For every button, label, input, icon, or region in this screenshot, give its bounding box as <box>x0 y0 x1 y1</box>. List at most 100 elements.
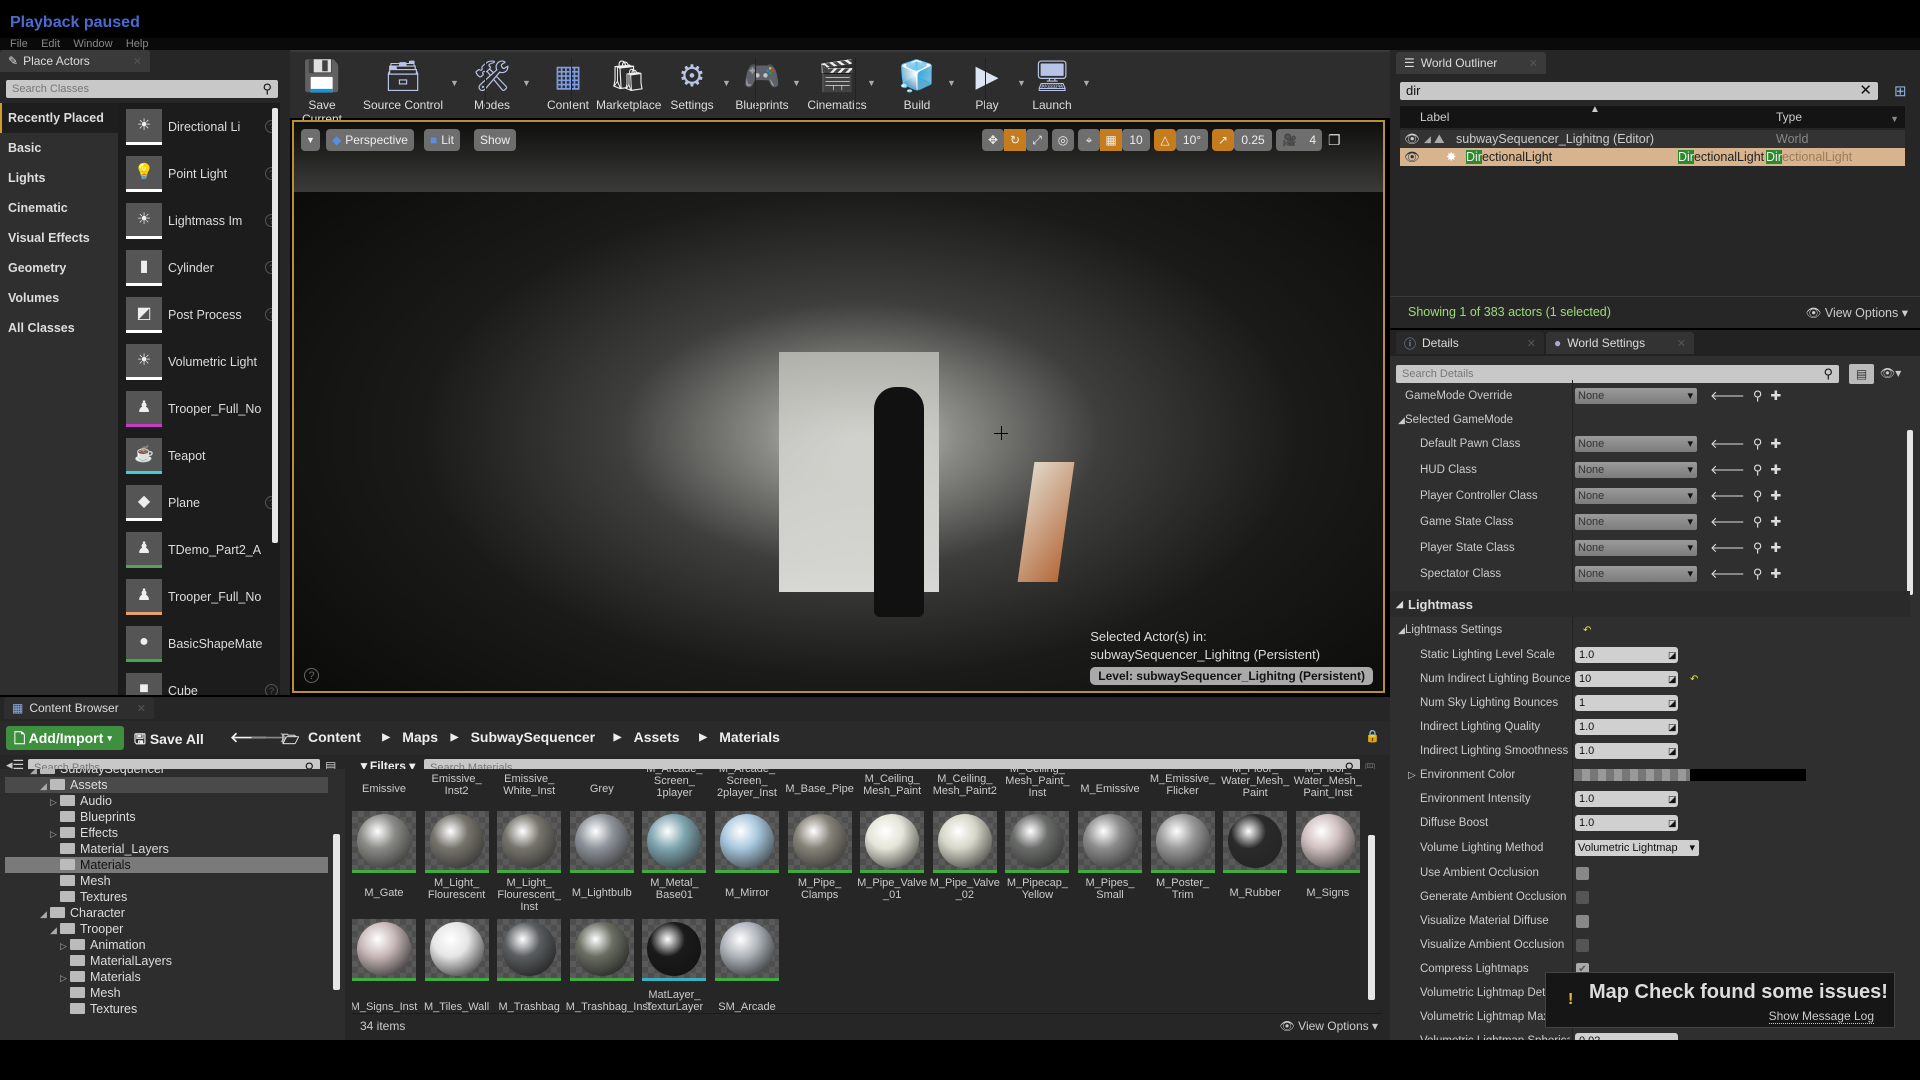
asset-tile[interactable] <box>1005 811 1070 873</box>
actor-item[interactable]: ■ Cube? <box>118 667 280 695</box>
actor-item[interactable]: ☀Lightmass Im? <box>118 197 280 244</box>
toolbar-source-control-button[interactable]: 🗃 Source Control <box>360 56 446 113</box>
dropdown-caret-icon[interactable]: ▼ <box>1082 78 1091 88</box>
visibility-eye-icon[interactable]: 👁 <box>1404 148 1420 166</box>
expand-arrow-icon[interactable]: ◢ <box>40 778 50 794</box>
actor-item[interactable]: ☀ Volumetric Light <box>118 338 280 385</box>
show-message-log-link[interactable]: Show Message Log <box>1768 1009 1874 1024</box>
category-lights[interactable]: Lights <box>0 163 118 193</box>
view-options-button[interactable]: 👁 View Options ▾ <box>1805 305 1908 321</box>
asset-tile[interactable] <box>715 919 779 981</box>
asset-tile[interactable] <box>1150 811 1215 873</box>
expand-arrow-icon[interactable]: ◢ <box>1398 415 1405 426</box>
tree-node[interactable]: Mesh <box>60 985 121 1001</box>
asset-tile[interactable] <box>497 811 562 873</box>
save-all-button[interactable]: 🖫 Save All <box>134 729 204 753</box>
class-select[interactable]: None <box>1575 488 1697 504</box>
class-select[interactable]: None <box>1575 566 1697 582</box>
checkbox[interactable] <box>1576 866 1589 880</box>
property-actions-icons[interactable]: 🡐⚲✚ <box>1710 566 1789 582</box>
rotation-snap-value[interactable]: 10° <box>1176 129 1208 151</box>
expand-arrow-icon[interactable]: ▷ <box>50 794 60 810</box>
visibility-eye-icon[interactable]: 👁 <box>1404 130 1420 148</box>
close-icon[interactable]: ✕ <box>1527 337 1536 350</box>
property-actions-icons[interactable]: 🡐⚲✚ <box>1710 462 1789 478</box>
toolbar-marketplace-button[interactable]: 🛍 Marketplace <box>596 56 661 113</box>
actor-item[interactable]: ♟ Trooper_Full_No <box>118 385 280 432</box>
spin-icon[interactable]: ◪ <box>1668 794 1677 805</box>
toolbar-content-button[interactable]: ▦ Content <box>536 56 600 113</box>
asset-tile[interactable] <box>715 811 779 873</box>
toolbar-settings-button[interactable]: ⚙ Settings <box>660 56 724 113</box>
toolbar-blueprints-button[interactable]: 🎮 Blueprints <box>730 56 794 113</box>
search-details-input[interactable]: Search Details ⚲ <box>1396 365 1839 383</box>
menu-edit[interactable]: Edit <box>41 38 60 50</box>
property-actions-icons[interactable]: 🡐⚲✚ <box>1710 436 1789 452</box>
gamemode-override-select[interactable]: None <box>1575 388 1697 404</box>
asset-tile[interactable] <box>352 811 416 873</box>
tree-node[interactable]: ◢ Character <box>40 905 125 921</box>
asset-tile[interactable] <box>642 811 707 873</box>
spin-icon[interactable]: ◪ <box>1668 746 1677 757</box>
tree-node[interactable]: ◢ SubwaySequencer <box>30 769 165 777</box>
checkbox[interactable] <box>1576 890 1589 904</box>
expand-arrow-icon[interactable]: ◢ <box>1398 625 1405 636</box>
environment-color-value[interactable] <box>1690 769 1806 781</box>
grid-snap-value[interactable]: 10 <box>1122 129 1150 151</box>
close-icon[interactable]: ✕ <box>137 702 146 715</box>
numeric-field[interactable]: 1.0 <box>1575 719 1678 735</box>
reset-to-default-icon[interactable]: ↶ <box>1690 674 1698 685</box>
add-import-button[interactable]: 🗋 Add/Import ▾ <box>6 726 124 750</box>
tab-details[interactable]: ⓘ Details ✕ <box>1396 332 1544 354</box>
breadcrumb-arrow-icon[interactable]: ▶ <box>451 732 459 743</box>
breadcrumb-maps[interactable]: Maps <box>402 729 438 745</box>
class-select[interactable]: None <box>1575 540 1697 556</box>
spin-icon[interactable]: ◪ <box>1668 650 1677 661</box>
tab-world-settings[interactable]: ● World Settings ✕ <box>1546 332 1694 354</box>
clear-search-icon[interactable]: ✕ <box>1859 82 1872 100</box>
category-geometry[interactable]: Geometry <box>0 253 118 283</box>
tree-node[interactable]: ▷ Effects <box>50 825 118 841</box>
expand-arrow-icon[interactable]: ▷ <box>50 826 60 842</box>
spin-icon[interactable]: ◪ <box>1668 818 1677 829</box>
column-options-icon[interactable]: ▼ <box>1890 114 1899 124</box>
numeric-field[interactable]: 1.0 <box>1575 791 1678 807</box>
toolbar-cinematics-button[interactable]: 🎬 Cinematics <box>805 56 869 113</box>
actor-item[interactable]: ● BasicShapeMate <box>118 620 280 667</box>
menu-window[interactable]: Window <box>73 38 112 50</box>
category-cinematic[interactable]: Cinematic <box>0 193 118 223</box>
scale-tool-icon[interactable]: ⤢ <box>1026 129 1048 151</box>
help-icon[interactable]: ? <box>304 668 319 683</box>
numeric-field[interactable]: 1.0 <box>1575 647 1678 663</box>
column-type[interactable]: Type <box>1776 110 1802 124</box>
close-icon[interactable]: ✕ <box>1677 337 1686 350</box>
expand-arrow-icon[interactable]: ◢ <box>1396 599 1403 610</box>
asset-grid-scrollbar[interactable] <box>1368 835 1375 1000</box>
actor-item[interactable]: ◆Plane? <box>118 479 280 526</box>
actor-item[interactable]: ☕ Teapot <box>118 432 280 479</box>
expand-arrow-icon[interactable]: ▷ <box>1408 770 1416 781</box>
column-label[interactable]: Label <box>1420 110 1449 124</box>
breadcrumb-materials[interactable]: Materials <box>719 729 780 745</box>
tree-node[interactable]: Mesh <box>50 873 111 889</box>
asset-tile[interactable] <box>569 919 634 981</box>
outliner-row[interactable]: 👁 ◢ ⛰ subwaySequencer_Lighitng (Editor) … <box>1400 130 1905 148</box>
visibility-options-icon[interactable]: 👁▾ <box>1880 366 1901 380</box>
numeric-field[interactable]: 0.02 <box>1575 1033 1678 1040</box>
view-options-button[interactable]: 👁 View Options ▾ <box>1280 1019 1378 1033</box>
actor-item[interactable]: ◩Post Process? <box>118 291 280 338</box>
breadcrumb-arrow-icon[interactable]: ▶ <box>699 732 707 743</box>
numeric-field[interactable]: 1.0 <box>1575 743 1678 759</box>
asset-tile[interactable] <box>860 811 925 873</box>
viewport-options-button[interactable]: ▼ <box>301 129 320 151</box>
world-space-icon[interactable]: ◎ <box>1052 129 1074 151</box>
asset-tile[interactable] <box>352 919 416 981</box>
dropdown-caret-icon[interactable]: ▼ <box>450 78 459 88</box>
close-icon[interactable]: ✕ <box>1529 57 1538 70</box>
asset-tile[interactable] <box>787 811 852 873</box>
scale-snap-value[interactable]: 0.25 <box>1234 129 1272 151</box>
breadcrumb-assets[interactable]: Assets <box>634 729 680 745</box>
path-tree-scrollbar[interactable] <box>333 834 340 990</box>
help-icon[interactable]: ? <box>265 684 278 695</box>
expand-arrow-icon[interactable]: ◢ <box>40 906 50 922</box>
